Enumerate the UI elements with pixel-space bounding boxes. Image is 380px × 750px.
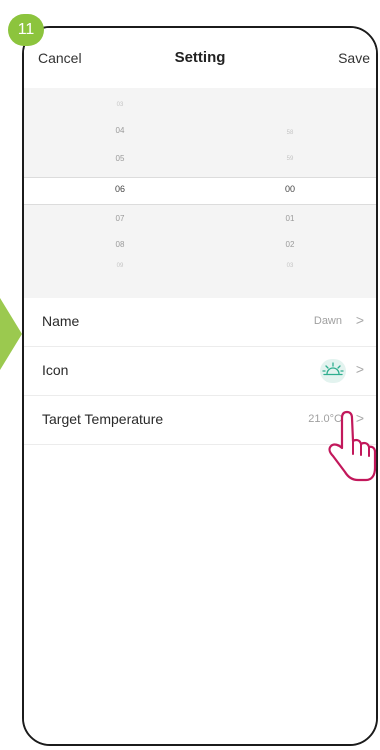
hour-selected[interactable]: 06 [115, 184, 125, 194]
chevron-right-icon: > [355, 361, 364, 377]
time-picker[interactable]: 03 04 05 06 07 08 09 58 59 00 01 02 03 [24, 88, 376, 278]
hand-pointer-icon [328, 410, 377, 482]
hour-option[interactable]: 08 [116, 240, 125, 249]
minute-selected[interactable]: 00 [285, 184, 295, 194]
minute-option[interactable]: 03 [287, 263, 294, 269]
phone-frame: Cancel Setting Save 03 04 05 06 07 08 09… [22, 26, 378, 746]
tutorial-page: 11 Cancel Setting Save 03 04 05 06 07 08… [0, 0, 380, 750]
chevron-right-icon: > [355, 312, 364, 328]
picker-selection-band [24, 177, 376, 205]
section-divider [24, 278, 376, 298]
minute-option[interactable]: 02 [286, 240, 295, 249]
sunrise-icon [320, 359, 346, 383]
minute-option[interactable]: 58 [287, 130, 294, 136]
name-value: Dawn [313, 315, 342, 327]
step-number-badge: 11 [8, 14, 44, 46]
pointer-arrow [0, 298, 22, 370]
target-temperature-label: Target Temperature [42, 411, 164, 427]
name-label: Name [42, 313, 80, 329]
hour-option[interactable]: 04 [116, 126, 125, 135]
minute-option[interactable]: 59 [287, 156, 294, 162]
minute-option[interactable]: 01 [286, 214, 295, 223]
phone-screen: Cancel Setting Save 03 04 05 06 07 08 09… [24, 28, 376, 744]
hour-option[interactable]: 05 [116, 154, 125, 163]
row-icon[interactable]: Icon > [24, 347, 376, 396]
nav-bar: Cancel Setting Save [24, 28, 376, 88]
icon-label: Icon [42, 362, 69, 378]
save-button[interactable]: Save [338, 50, 370, 66]
hour-option[interactable]: 03 [117, 102, 124, 108]
page-title: Setting [174, 49, 226, 66]
hour-option[interactable]: 07 [116, 214, 125, 223]
hour-option[interactable]: 09 [117, 263, 124, 269]
row-name[interactable]: Name Dawn > [24, 298, 376, 347]
